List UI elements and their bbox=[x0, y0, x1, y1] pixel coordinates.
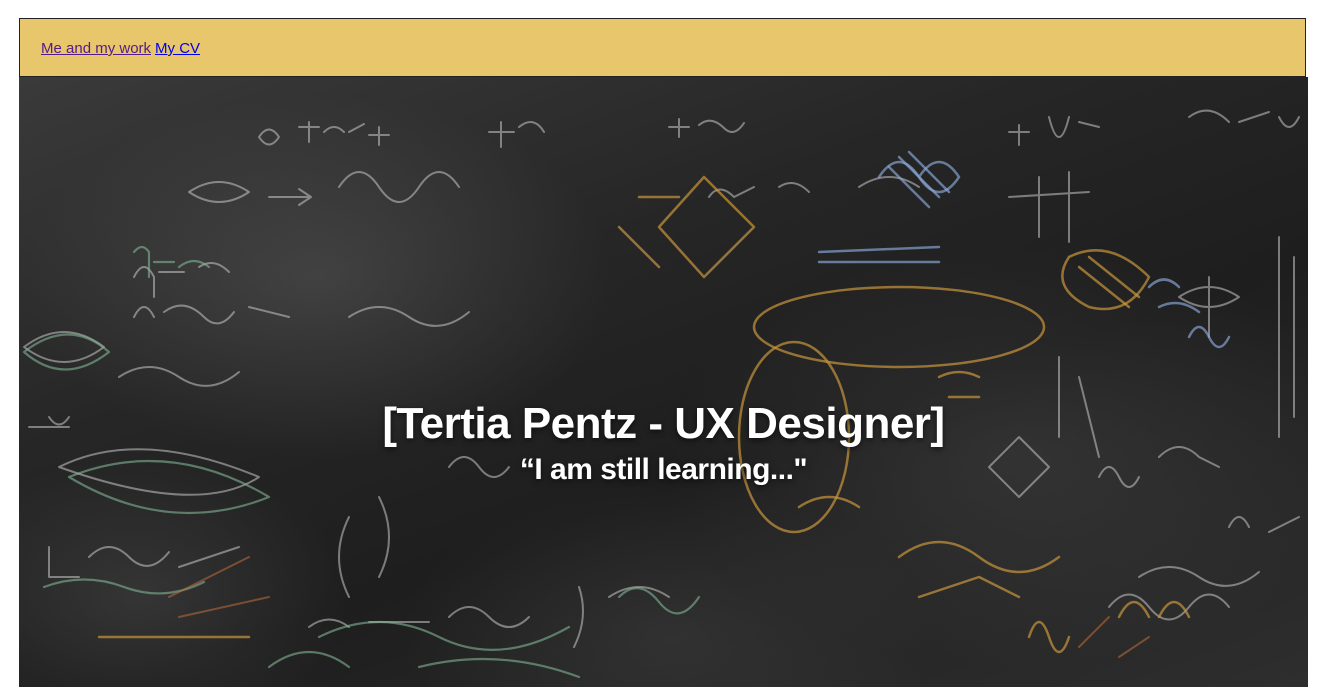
hero-section: [Tertia Pentz - UX Designer] “I am still… bbox=[19, 77, 1308, 687]
hero-text: [Tertia Pentz - UX Designer] “I am still… bbox=[19, 395, 1308, 487]
top-navbar: Me and my work My CV bbox=[19, 18, 1306, 77]
chalkboard-background-image bbox=[22, 109, 1300, 679]
hero-title: [Tertia Pentz - UX Designer] bbox=[382, 399, 945, 448]
nav-link-my-cv[interactable]: My CV bbox=[155, 40, 200, 57]
page: Me and my work My CV [Tertia Pentz - UX … bbox=[0, 0, 1325, 687]
nav-links: Me and my work My CV bbox=[41, 40, 200, 58]
nav-link-me-and-my-work[interactable]: Me and my work bbox=[41, 40, 151, 57]
hero-subtitle: “I am still learning..." bbox=[519, 453, 808, 486]
